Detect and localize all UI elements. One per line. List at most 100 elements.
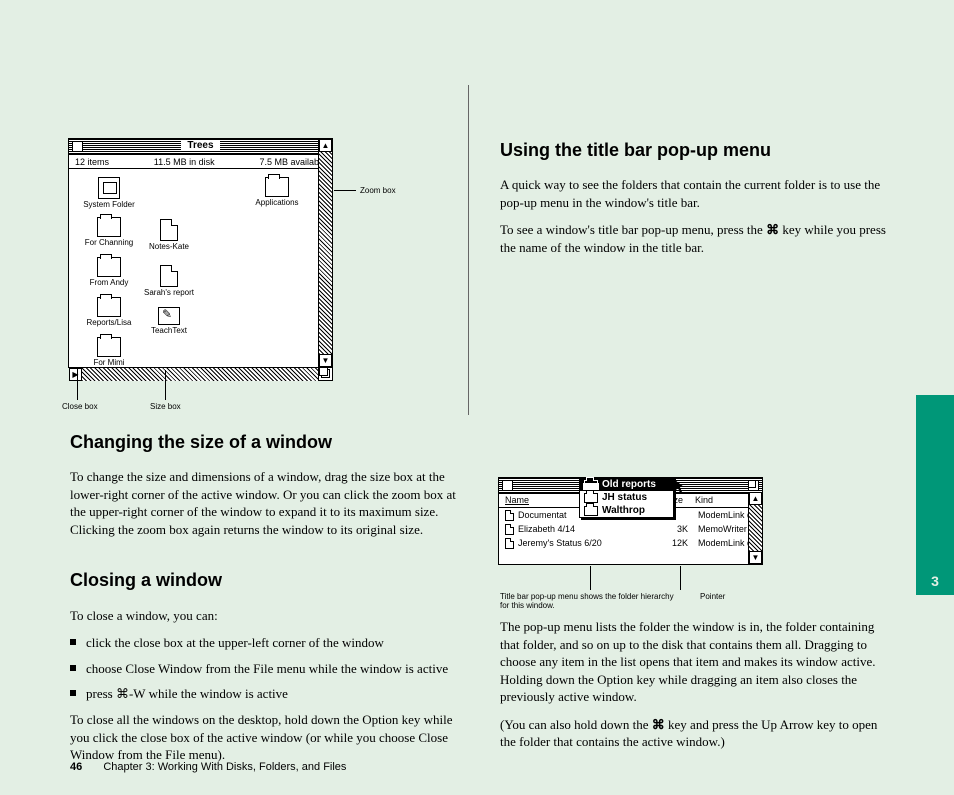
icon-label: Notes-Kate [139,243,199,252]
paragraph: To close a window, you can: [70,607,460,625]
window-title: Trees [181,140,219,151]
status-bar: 12 items 11.5 MB in disk 7.5 MB availabl… [69,155,332,169]
vertical-scrollbar[interactable]: ▲ ▼ [318,139,332,367]
popup-item-label: JH status [602,492,647,503]
desktop-icon[interactable]: For Channing [79,217,139,248]
callout-close-box: Close box [62,402,98,411]
right-text-column-bottom: The pop-up menu lists the folder the win… [500,618,890,761]
paragraph: To change the size and dimensions of a w… [70,468,460,538]
list-item: press ⌘-W while the window is active [70,685,460,703]
callout-line [77,368,78,400]
callout-line [165,370,166,400]
bullet-list: click the close box at the upper-left co… [70,634,460,703]
row-size: 12K [648,538,688,548]
popup-item-label: Walthrop [602,505,645,516]
bullet-icon [70,665,76,671]
command-key-icon: ⌘ [652,717,665,732]
callout-size-box: Size box [150,402,181,411]
finder-window-icon-view: Trees 12 items 11.5 MB in disk 7.5 MB av… [68,138,333,368]
close-box[interactable] [502,480,513,491]
icon-label: Reports/Lisa [79,319,139,328]
scroll-right-arrow-icon[interactable]: ▶ [69,368,82,381]
icon-label: From Andy [79,279,139,288]
left-text-column: Changing the size of a window To change … [70,430,460,774]
list-item: choose Close Window from the File menu w… [70,660,460,678]
icon-label: For Channing [79,239,139,248]
folder-icon [584,493,598,503]
bullet-icon [70,690,76,696]
section-title: Changing the size of a window [70,430,460,454]
scroll-up-arrow-icon[interactable]: ▲ [319,139,332,152]
paragraph: To see a window's title bar pop-up menu,… [500,221,890,256]
document-icon [505,538,514,549]
chapter-thumb-tab: 3 [916,395,954,595]
icon-label: Sarah's report [139,289,199,298]
icon-label: Applications [247,199,307,208]
title-bar-popup-menu[interactable]: Old reports JH status Walthrop [579,477,674,518]
page-number: 46 [70,761,82,773]
icon-label: System Folder [79,201,139,210]
folder-icon [97,257,121,277]
desktop-icon[interactable]: Sarah's report [139,265,199,298]
section-title: Using the title bar pop-up menu [500,138,890,162]
desktop-icon[interactable]: TeachText [139,307,199,336]
pointer-cursor-icon [675,480,685,494]
titlebar[interactable]: Trees [69,139,332,155]
callout-zoom-box: Zoom box [360,186,396,195]
status-disk: 11.5 MB in disk [154,157,215,167]
row-size: 3K [648,524,688,534]
vertical-scrollbar[interactable]: ▲ ▼ [748,492,762,564]
callout-popup: Title bar pop-up menu shows the folder h… [500,592,680,610]
callout-line [334,190,356,191]
callout-pointer: Pointer [700,592,725,601]
list-item: click the close box at the upper-left co… [70,634,460,652]
folder-icon [265,177,289,197]
zoom-box[interactable] [748,480,759,491]
popup-item-label: Old reports [602,479,656,490]
command-key-icon: ⌘ [766,222,779,237]
folder-icon [97,337,121,357]
row-name: Elizabeth 4/14 [518,524,648,534]
section-title: Closing a window [70,568,460,592]
doc-icon [160,265,178,287]
sys-icon [98,177,120,199]
paragraph: (You can also hold down the ⌘ key and pr… [500,716,890,751]
paragraph: The pop-up menu lists the folder the win… [500,618,890,706]
folder-icon [97,217,121,237]
desktop-icon[interactable]: From Andy [79,257,139,288]
document-icon [505,510,514,521]
paragraph: A quick way to see the folders that cont… [500,176,890,211]
icon-label: TeachText [139,327,199,336]
desktop-icon[interactable]: Applications [247,177,307,208]
size-box[interactable] [318,367,333,381]
desktop-icon[interactable]: System Folder [79,177,139,210]
window-body: System Folder Applications For ChanningNot… [69,169,332,353]
row-name: Jeremy's Status 6/20 [518,538,648,548]
callout-line [590,566,591,590]
close-box[interactable] [72,141,83,152]
document-icon [505,524,514,535]
bullet-icon [70,639,76,645]
folder-icon [584,480,598,490]
chapter-name: Chapter 3: Working With Disks, Folders, … [103,761,346,773]
popup-menu-item[interactable]: Walthrop [580,504,673,517]
paragraph: To close all the windows on the desktop,… [70,711,460,764]
page-footer: 46 Chapter 3: Working With Disks, Folder… [70,761,346,773]
scroll-up-arrow-icon[interactable]: ▲ [749,492,762,505]
right-text-column-top: Using the title bar pop-up menu A quick … [500,138,890,266]
folder-icon [97,297,121,317]
desktop-icon[interactable]: For Mimi [79,337,139,368]
horizontal-scrollbar[interactable]: ◀ ▶ [69,367,332,381]
chapter-number: 3 [916,573,954,589]
app-icon [158,307,180,325]
scroll-down-arrow-icon[interactable]: ▼ [749,551,762,564]
table-row[interactable]: Jeremy's Status 6/2012KModemLink doc [499,536,762,550]
scroll-down-arrow-icon[interactable]: ▼ [319,354,332,367]
table-row[interactable]: Elizabeth 4/143KMemoWriter do [499,522,762,536]
desktop-icon[interactable]: Notes-Kate [139,219,199,252]
doc-icon [160,219,178,241]
desktop-icon[interactable]: Reports/Lisa [79,297,139,328]
finder-window-list-view: Old reports Name Size Kind DocumentatMod… [498,477,763,565]
column-rule [468,85,469,415]
folder-icon [584,506,598,516]
